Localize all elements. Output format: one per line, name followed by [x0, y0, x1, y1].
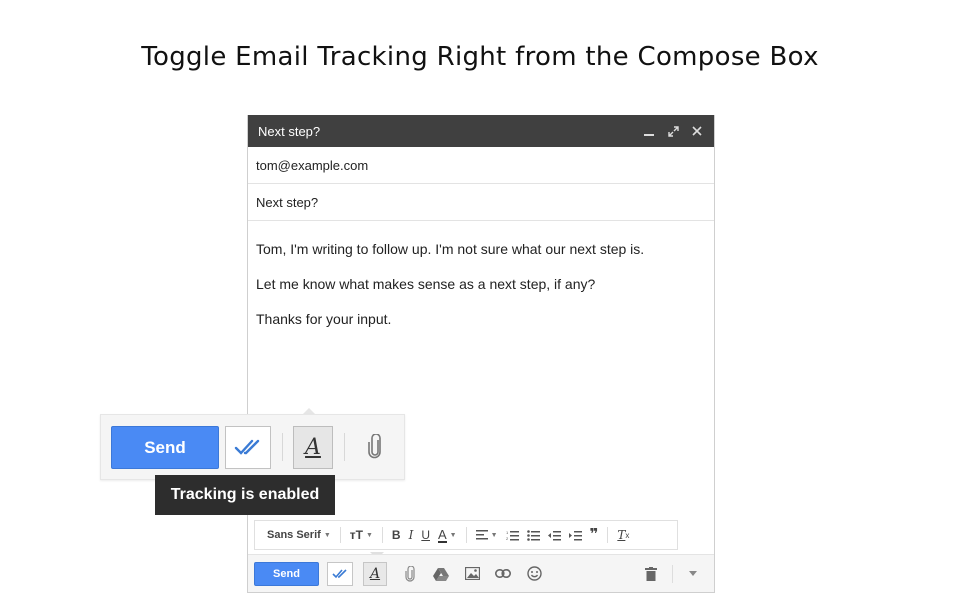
numbered-list-icon[interactable]: 12 [506, 530, 519, 541]
font-family-select[interactable]: Sans Serif ▼ [267, 529, 331, 541]
subject-value: Next step? [256, 194, 319, 210]
formatting-options-button[interactable]: A [363, 561, 387, 586]
paperclip-icon[interactable] [363, 431, 387, 463]
minimize-icon[interactable] [642, 124, 656, 138]
formatting-toolbar: Sans Serif ▼ ᴛT ▼ B I U A ▼ ▼ 12 ❞ Tx [254, 520, 678, 550]
drive-icon[interactable] [430, 563, 452, 585]
body-line: Thanks for your input. [256, 311, 392, 327]
quote-icon[interactable]: ❞ [590, 527, 599, 542]
tracking-tooltip: Tracking is enabled [155, 475, 335, 515]
message-body[interactable]: Tom, I'm writing to follow up. I'm not s… [248, 221, 714, 362]
expand-icon[interactable] [666, 124, 680, 138]
emoji-icon[interactable] [523, 563, 545, 585]
insert-photo-icon[interactable] [461, 563, 483, 585]
to-field[interactable]: tom@example.com [248, 147, 714, 184]
toolbar-divider [282, 433, 283, 461]
body-line: Let me know what makes sense as a next s… [256, 276, 596, 292]
font-family-label: Sans Serif [267, 529, 321, 541]
text-color-icon[interactable]: A ▼ [438, 528, 457, 543]
indent-less-icon[interactable] [547, 530, 561, 541]
toolbar-divider [344, 433, 345, 461]
double-check-icon [234, 439, 260, 455]
close-icon[interactable] [690, 124, 704, 138]
bold-icon[interactable]: B [392, 528, 401, 542]
underline-icon[interactable]: U [421, 528, 430, 542]
formatting-options-button-large[interactable]: A [293, 426, 333, 469]
svg-text:2: 2 [506, 536, 509, 541]
double-check-icon [332, 568, 347, 578]
send-button[interactable]: Send [254, 561, 319, 586]
zoomed-toolbar-callout: Send A [100, 414, 405, 480]
compose-title: Next step? [258, 123, 321, 139]
trash-icon[interactable] [640, 563, 662, 585]
font-size-icon[interactable]: ᴛT ▼ [350, 528, 373, 542]
remove-formatting-icon[interactable]: Tx [617, 528, 629, 542]
tracking-toggle-button-large[interactable] [225, 426, 271, 469]
italic-icon[interactable]: I [409, 528, 414, 542]
link-icon[interactable] [492, 563, 514, 585]
compose-bottom-bar: Send A [248, 554, 714, 592]
subject-field[interactable]: Next step? [248, 184, 714, 221]
compose-header: Next step? [248, 115, 714, 147]
indent-more-icon[interactable] [568, 530, 582, 541]
bullet-list-icon[interactable] [526, 529, 540, 541]
body-line: Tom, I'm writing to follow up. I'm not s… [256, 241, 645, 257]
more-options-icon[interactable] [682, 563, 704, 585]
svg-text:1: 1 [506, 530, 509, 535]
paperclip-icon[interactable] [399, 563, 421, 585]
align-icon[interactable]: ▼ [475, 530, 498, 540]
compose-window: Next step? tom@example.com Next step? To… [247, 115, 715, 593]
tracking-toggle-button[interactable] [327, 561, 353, 586]
to-value: tom@example.com [256, 157, 369, 173]
send-button-large[interactable]: Send [111, 426, 219, 469]
page-headline: Toggle Email Tracking Right from the Com… [141, 42, 819, 72]
